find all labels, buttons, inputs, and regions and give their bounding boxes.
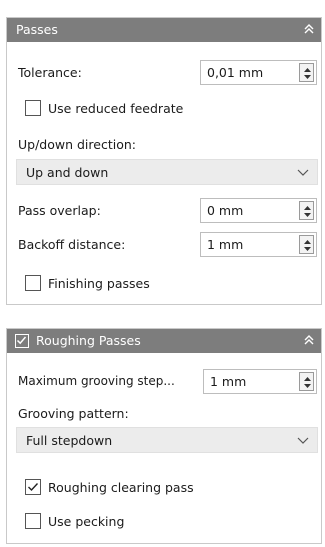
pass-overlap-field[interactable]: 0 mm: [200, 198, 317, 223]
backoff-distance-label: Backoff distance:: [18, 237, 126, 252]
roughing-passes-panel-header[interactable]: Roughing Passes: [7, 329, 321, 353]
roughing-passes-enable-checkbox[interactable]: [15, 334, 29, 348]
grooving-pattern-dropdown[interactable]: Full stepdown: [16, 427, 318, 453]
collapse-chevrons-up-icon[interactable]: [303, 22, 315, 36]
max-grooving-step-value: 1 mm: [210, 374, 247, 389]
backoff-distance-field[interactable]: 1 mm: [200, 232, 317, 257]
updown-direction-dropdown[interactable]: Up and down: [16, 159, 318, 185]
tolerance-value: 0,01 mm: [207, 65, 264, 80]
updown-direction-label: Up/down direction:: [18, 137, 136, 152]
roughing-clearing-pass-label: Roughing clearing pass: [48, 480, 194, 495]
checkmark-icon: [16, 336, 27, 345]
pass-overlap-value: 0 mm: [207, 203, 244, 218]
chevron-down-icon: [297, 169, 309, 176]
backoff-distance-spinner-arrows-icon[interactable]: [299, 235, 314, 254]
tolerance-field[interactable]: 0,01 mm: [200, 60, 317, 85]
backoff-distance-value: 1 mm: [207, 237, 244, 252]
updown-direction-value: Up and down: [26, 165, 109, 180]
passes-panel-title: Passes: [16, 22, 58, 37]
use-pecking-checkbox[interactable]: [25, 513, 41, 529]
tolerance-spinner-arrows-icon[interactable]: [299, 63, 314, 82]
roughing-passes-panel: Roughing Passes Maximum grooving step...…: [6, 328, 322, 544]
grooving-pattern-value: Full stepdown: [26, 433, 113, 448]
max-grooving-step-label: Maximum grooving step...: [18, 374, 175, 388]
chevron-down-icon: [297, 437, 309, 444]
passes-panel-header[interactable]: Passes: [7, 18, 321, 42]
roughing-clearing-pass-checkbox[interactable]: [25, 479, 41, 495]
passes-panel: Passes Tolerance: 0,01 mm Use reduced fe…: [6, 17, 322, 305]
max-grooving-step-spinner-arrows-icon[interactable]: [299, 372, 314, 391]
grooving-pattern-label: Grooving pattern:: [18, 406, 129, 421]
roughing-passes-panel-title: Roughing Passes: [36, 333, 141, 348]
collapse-chevrons-up-icon[interactable]: [303, 333, 315, 347]
pass-overlap-spinner-arrows-icon[interactable]: [299, 201, 314, 220]
checkmark-icon: [28, 483, 39, 492]
pass-overlap-label: Pass overlap:: [18, 203, 101, 218]
finishing-passes-checkbox[interactable]: [25, 275, 41, 291]
tolerance-label: Tolerance:: [18, 65, 82, 80]
max-grooving-step-field[interactable]: 1 mm: [203, 369, 317, 394]
use-pecking-label: Use pecking: [48, 514, 125, 529]
use-reduced-feedrate-label: Use reduced feedrate: [48, 101, 184, 116]
use-reduced-feedrate-checkbox[interactable]: [25, 100, 41, 116]
finishing-passes-label: Finishing passes: [48, 276, 150, 291]
